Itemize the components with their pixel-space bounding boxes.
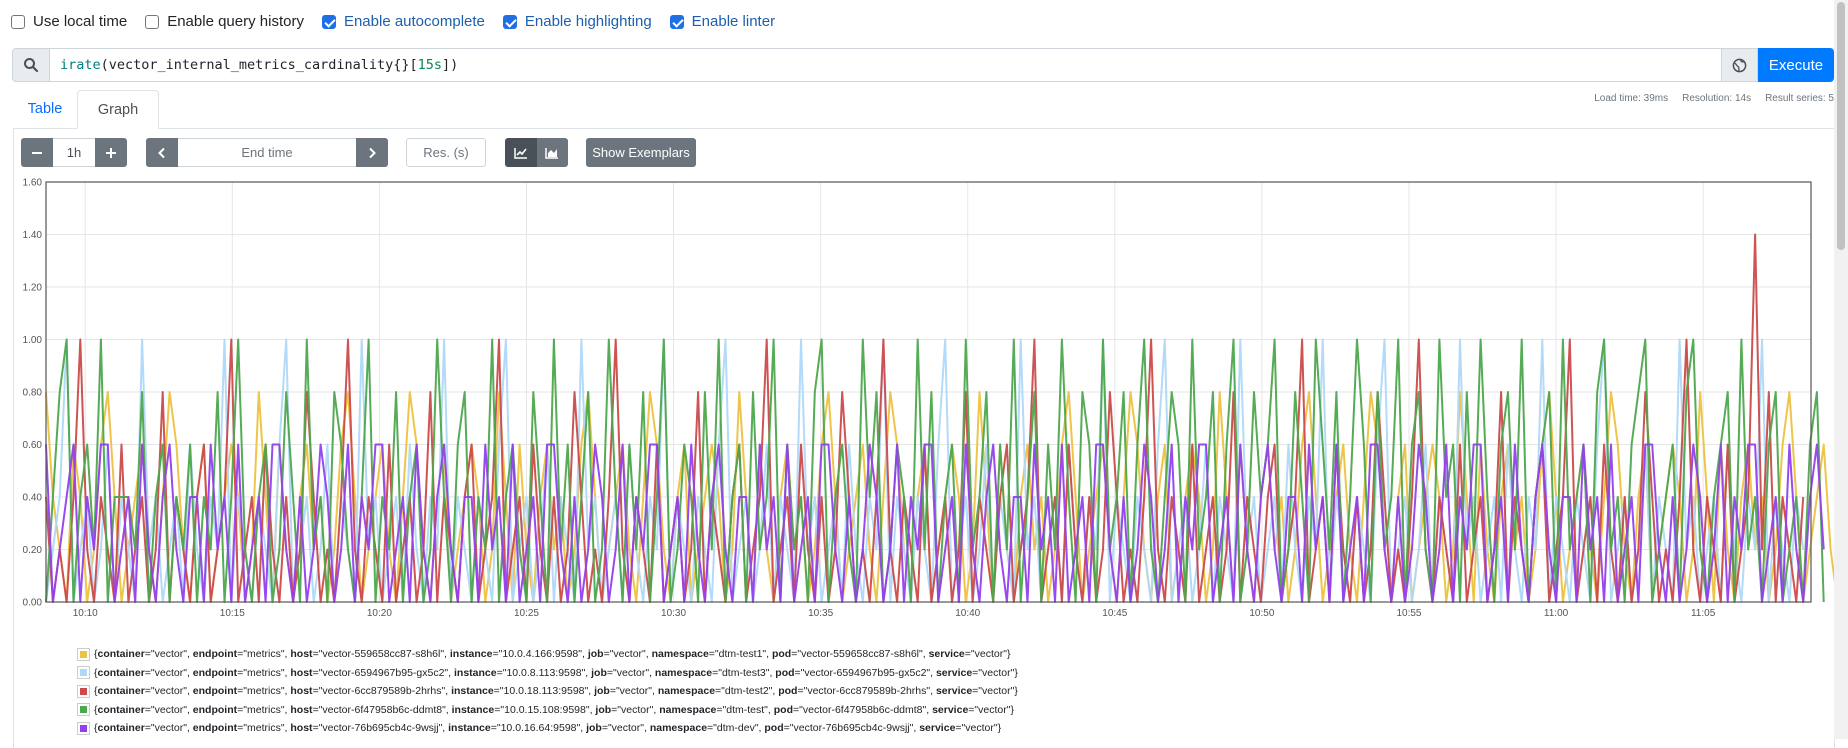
query-metric: vector_internal_metrics_cardinality{}[	[108, 57, 418, 73]
legend-item[interactable]: {container="vector", endpoint="metrics",…	[77, 701, 1018, 720]
enable-autocomplete-label: Enable autocomplete	[343, 13, 485, 30]
x-tick-label: 10:20	[367, 608, 392, 619]
show-exemplars-button[interactable]: Show Exemplars	[586, 138, 696, 167]
legend-item[interactable]: {container="vector", endpoint="metrics",…	[77, 719, 1018, 738]
previous-time-button[interactable]	[146, 138, 178, 167]
end-time-input[interactable]: End time	[178, 138, 356, 167]
legend-swatch	[77, 684, 90, 698]
legend-label: {container="vector", endpoint="metrics",…	[94, 703, 1014, 716]
time-series-chart: 0.00 0.20 0.40 0.60 0.80 1.00 1.20 1.40 1.60 10:1…	[23, 178, 1848, 619]
use-local-time-label: Use local time	[33, 13, 128, 30]
enable-highlighting-label: Enable highlighting	[524, 13, 652, 30]
enable-query-history-option[interactable]: Enable query history	[145, 13, 304, 30]
plus-icon	[106, 147, 116, 158]
area-chart-icon	[545, 147, 559, 159]
metrics-explorer-button[interactable]	[1722, 48, 1758, 82]
legend-swatch	[77, 721, 90, 735]
legend-item[interactable]: {container="vector", endpoint="metrics",…	[77, 682, 1018, 701]
y-tick-label: 1.00	[23, 335, 43, 346]
chart-mode-toggle	[505, 138, 568, 167]
x-tick-label: 10:35	[808, 608, 833, 619]
page-scrollbar[interactable]	[1834, 0, 1848, 739]
legend-swatch	[77, 703, 90, 717]
x-tick-label: 10:55	[1396, 608, 1421, 619]
legend-label: {container="vector", endpoint="metrics",…	[94, 722, 1002, 735]
enable-linter-checkbox[interactable]	[669, 14, 684, 29]
y-tick-label: 0.20	[23, 545, 43, 556]
legend-swatch	[77, 666, 90, 680]
globe-icon	[1732, 58, 1747, 72]
x-tick-label: 10:45	[1102, 608, 1127, 619]
enable-autocomplete-option[interactable]: Enable autocomplete	[321, 13, 485, 30]
y-tick-label: 1.40	[23, 230, 43, 241]
range-control: 1h	[21, 138, 127, 167]
legend-item[interactable]: {container="vector", endpoint="metrics",…	[77, 645, 1018, 664]
y-tick-label: 1.60	[23, 178, 43, 189]
legend-swatch	[77, 647, 90, 661]
search-icon	[12, 48, 50, 82]
legend-label: {container="vector", endpoint="metrics",…	[94, 685, 1018, 698]
x-tick-label: 10:25	[514, 608, 539, 619]
x-tick-label: 10:40	[955, 608, 980, 619]
y-tick-label: 1.20	[23, 283, 43, 294]
x-tick-label: 10:50	[1249, 608, 1274, 619]
query-options: Use local time Enable query history Enab…	[11, 13, 793, 30]
x-tick-label: 10:10	[73, 608, 98, 619]
enable-query-history-label: Enable query history	[167, 13, 304, 30]
enable-linter-label: Enable linter	[691, 13, 776, 30]
use-local-time-option[interactable]: Use local time	[11, 13, 127, 30]
x-tick-label: 10:30	[661, 608, 686, 619]
line-chart-button[interactable]	[505, 138, 537, 167]
y-tick-label: 0.40	[23, 493, 43, 504]
decrease-range-button[interactable]	[21, 138, 53, 167]
execute-button[interactable]: Execute	[1758, 48, 1834, 82]
range-input[interactable]: 1h	[53, 138, 95, 167]
increase-range-button[interactable]	[95, 138, 127, 167]
enable-linter-option[interactable]: Enable linter	[669, 13, 776, 30]
line-chart-icon	[514, 147, 527, 159]
use-local-time-checkbox[interactable]	[11, 14, 25, 29]
tab-table[interactable]: Table	[13, 90, 77, 129]
x-tick-label: 10:15	[220, 608, 245, 619]
enable-highlighting-checkbox[interactable]	[502, 14, 517, 29]
chevron-left-icon	[158, 147, 165, 158]
query-close: ])	[442, 57, 459, 73]
y-tick-label: 0.80	[23, 388, 43, 399]
series-legend: {container="vector", endpoint="metrics",…	[77, 645, 1018, 738]
query-open-paren: (	[100, 57, 109, 73]
legend-label: {container="vector", endpoint="metrics",…	[94, 666, 1018, 679]
stacked-chart-button[interactable]	[536, 138, 568, 167]
y-tick-label: 0.00	[23, 598, 43, 609]
x-tick-label: 11:05	[1691, 608, 1716, 619]
enable-query-history-checkbox[interactable]	[145, 14, 160, 29]
legend-label: {container="vector", endpoint="metrics",…	[94, 648, 1011, 661]
resolution-input[interactable]: Res. (s)	[406, 138, 486, 167]
panel-tabs: Table Graph	[13, 90, 1848, 129]
y-tick-label: 0.60	[23, 440, 43, 451]
legend-item[interactable]: {container="vector", endpoint="metrics",…	[77, 664, 1018, 683]
query-bar: irate(vector_internal_metrics_cardinalit…	[12, 48, 1834, 82]
tab-graph[interactable]: Graph	[77, 90, 159, 129]
query-function: irate	[60, 57, 101, 73]
chevron-right-icon	[369, 147, 376, 158]
expression-input[interactable]: irate(vector_internal_metrics_cardinalit…	[50, 48, 1722, 82]
enable-highlighting-option[interactable]: Enable highlighting	[502, 13, 652, 30]
minus-icon	[32, 151, 42, 154]
end-time-control: End time	[146, 138, 388, 167]
x-tick-label: 11:00	[1544, 608, 1569, 619]
next-time-button[interactable]	[356, 138, 388, 167]
enable-autocomplete-checkbox[interactable]	[321, 14, 336, 29]
scrollbar-thumb[interactable]	[1837, 2, 1845, 250]
query-range: 15s	[417, 57, 443, 73]
